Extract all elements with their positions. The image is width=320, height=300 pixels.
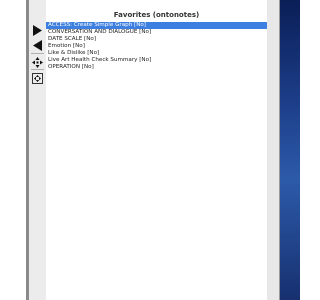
list-item[interactable]: Live Art Health Check Summary [No] (46, 57, 267, 64)
list-item[interactable]: DATE SCALE [No] (46, 36, 267, 43)
list-item[interactable]: Like & Dislike [No] (46, 50, 267, 57)
list-item[interactable]: CONVERSATION AND DIALOGUE [No] (46, 29, 267, 36)
favorites-list: ACCESS: Create Simple Graph [No] CONVERS… (46, 22, 267, 71)
desktop-background (267, 0, 300, 300)
move-button[interactable] (31, 56, 44, 69)
fit-window-icon (32, 73, 43, 84)
toolbar-separator (31, 53, 44, 54)
panel-title: Favorites (ontonotes) (113, 11, 200, 19)
favorites-panel: Favorites (ontonotes) ACCESS: Create Sim… (46, 0, 268, 300)
play-button[interactable] (31, 24, 44, 37)
vertical-toolbar (29, 0, 47, 300)
left-pane (0, 0, 26, 300)
play-icon (33, 25, 42, 36)
list-item[interactable]: ACCESS: Create Simple Graph [No] (46, 22, 267, 29)
rewind-icon (33, 40, 42, 51)
fit-window-button[interactable] (31, 72, 44, 85)
list-item[interactable]: OPERATION [No] (46, 64, 267, 71)
rewind-button[interactable] (31, 39, 44, 52)
list-item[interactable]: Emotion [No] (46, 43, 267, 50)
move-icon (32, 57, 43, 68)
adjacent-window-edge (267, 0, 280, 300)
toolbar-separator (31, 69, 44, 70)
